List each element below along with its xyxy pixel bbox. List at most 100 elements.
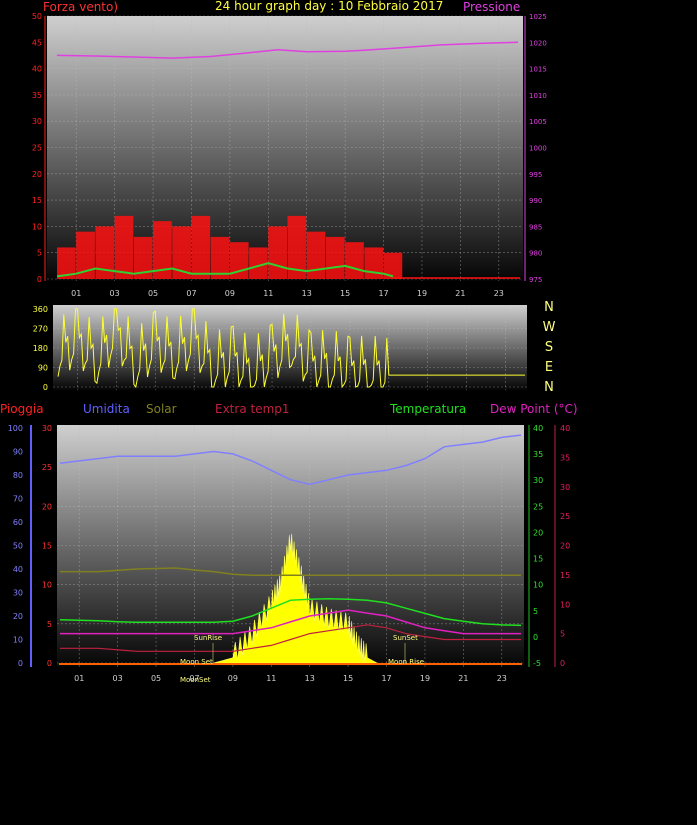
- wind-x-tick-label: 21: [455, 289, 465, 298]
- legend-pioggia: Pioggia: [0, 402, 44, 416]
- temp-tick-label: 25: [533, 502, 543, 511]
- dew-tick-label: 40: [560, 424, 570, 433]
- temp-x-tick-label: 05: [151, 674, 161, 683]
- wind-x-tick-label: 01: [71, 289, 81, 298]
- legend-temperatura: Temperatura: [390, 402, 467, 416]
- wind-x-tick-label: 03: [110, 289, 120, 298]
- wind-tick-label: 30: [32, 117, 42, 126]
- legend-extra-temp1: Extra temp1: [215, 402, 290, 416]
- pressure-tick-label: 995: [529, 171, 542, 179]
- dew-tick-label: 25: [560, 512, 570, 521]
- sunrise-label: SunRise: [194, 634, 222, 642]
- dew-tick-label: 0: [560, 659, 565, 668]
- temp-tick-label: 40: [533, 424, 543, 433]
- dew-tick-label: 30: [560, 483, 570, 492]
- temp-tick-label: 20: [533, 528, 543, 537]
- dew-tick-label: 5: [560, 630, 565, 639]
- wind-gust-bar: [345, 242, 364, 279]
- temp-tick-label: 15: [533, 555, 543, 564]
- temp-tick-label: 30: [533, 476, 543, 485]
- rain-tick-label: 20: [42, 502, 52, 511]
- sunset-label: SunSet: [393, 634, 418, 642]
- wind-axis-label: Forza vento): [43, 0, 119, 14]
- dew-tick-label: 10: [560, 600, 570, 609]
- compass-label: N: [544, 380, 554, 395]
- rain-tick-label: 5: [47, 620, 52, 629]
- humidity-tick-label: 40: [13, 565, 23, 574]
- wind-x-tick-label: 17: [378, 289, 388, 298]
- pressure-tick-label: 980: [529, 250, 542, 258]
- winddir-tick-label: 180: [33, 344, 48, 353]
- compass-label: N: [544, 300, 554, 315]
- temp-tick-label: 35: [533, 450, 543, 459]
- temp-x-tick-label: 17: [381, 674, 391, 683]
- winddir-tick-label: 0: [43, 383, 48, 392]
- wind-x-tick-label: 13: [302, 289, 312, 298]
- winddir-plot-area: [53, 305, 527, 390]
- wind-tick-label: 20: [32, 170, 42, 179]
- pressure-tick-label: 1005: [529, 118, 547, 126]
- wind-x-tick-label: 07: [186, 289, 196, 298]
- wind-tick-label: 10: [32, 222, 42, 231]
- humidity-tick-label: 90: [13, 448, 23, 457]
- wind-tick-label: 5: [37, 249, 42, 258]
- temp-x-tick-label: 11: [266, 674, 276, 683]
- wind-x-tick-label: 05: [148, 289, 158, 298]
- wind-gust-bar: [268, 226, 287, 279]
- wind-x-tick-label: 15: [340, 289, 350, 298]
- wind-tick-label: 45: [32, 38, 42, 47]
- pressure-axis-label: Pressione: [463, 0, 521, 14]
- temp-x-tick-label: 09: [228, 674, 238, 683]
- dew-tick-label: 20: [560, 542, 570, 551]
- wind-tick-label: 35: [32, 91, 42, 100]
- chart-title: 24 hour graph day : 10 Febbraio 2017: [215, 0, 444, 13]
- temp-x-tick-label: 03: [113, 674, 123, 683]
- temp-x-tick-label: 13: [305, 674, 315, 683]
- humidity-tick-label: 30: [13, 589, 23, 598]
- temp-x-tick-label: 21: [458, 674, 468, 683]
- wind-x-tick-label: 19: [417, 289, 427, 298]
- moonset-axis-label: MoonSet: [180, 676, 211, 684]
- rain-tick-label: 0: [47, 659, 52, 668]
- dew-tick-label: 15: [560, 571, 570, 580]
- temp-x-tick-label: 23: [497, 674, 507, 683]
- compass-label: S: [545, 340, 553, 355]
- compass-label: E: [545, 360, 553, 375]
- humidity-tick-label: 70: [13, 495, 23, 504]
- rain-tick-label: 10: [42, 581, 52, 590]
- wind-tick-label: 40: [32, 65, 42, 74]
- pressure-tick-label: 1010: [529, 92, 547, 100]
- moonrise-label: Moon Rise: [388, 658, 424, 666]
- pressure-tick-label: 990: [529, 197, 542, 205]
- wind-x-tick-label: 09: [225, 289, 235, 298]
- compass-label: W: [543, 320, 556, 335]
- humidity-tick-label: 50: [13, 542, 23, 551]
- temp-tick-label: -5: [533, 659, 541, 668]
- wind-gust-bar: [306, 231, 326, 279]
- dew-tick-label: 35: [560, 453, 570, 462]
- wind-gust-bar: [191, 215, 211, 279]
- moonset-label: Moon Set: [180, 658, 213, 666]
- pressure-tick-label: 975: [529, 276, 542, 284]
- humidity-tick-label: 80: [13, 471, 23, 480]
- wind-gust-bar: [114, 215, 134, 279]
- rain-tick-label: 30: [42, 424, 52, 433]
- winddir-tick-label: 270: [33, 325, 48, 334]
- pressure-tick-label: 1015: [529, 66, 547, 74]
- legend-dew-point: Dew Point (°C): [490, 402, 578, 416]
- wind-gust-bar: [210, 236, 230, 279]
- humidity-tick-label: 20: [13, 612, 23, 621]
- wind-gust-bar: [325, 236, 345, 279]
- humidity-tick-label: 0: [18, 659, 23, 668]
- temp-x-tick-label: 01: [74, 674, 84, 683]
- temp-tick-label: 10: [533, 581, 543, 590]
- wind-x-tick-label: 11: [263, 289, 273, 298]
- pressure-tick-label: 1025: [529, 13, 547, 21]
- rain-tick-label: 15: [42, 542, 52, 551]
- wind-tick-label: 15: [32, 196, 42, 205]
- wind-tick-label: 25: [32, 144, 42, 153]
- winddir-tick-label: 360: [33, 305, 48, 314]
- pressure-tick-label: 985: [529, 223, 542, 231]
- pressure-tick-label: 1020: [529, 39, 547, 47]
- humidity-tick-label: 10: [13, 636, 23, 645]
